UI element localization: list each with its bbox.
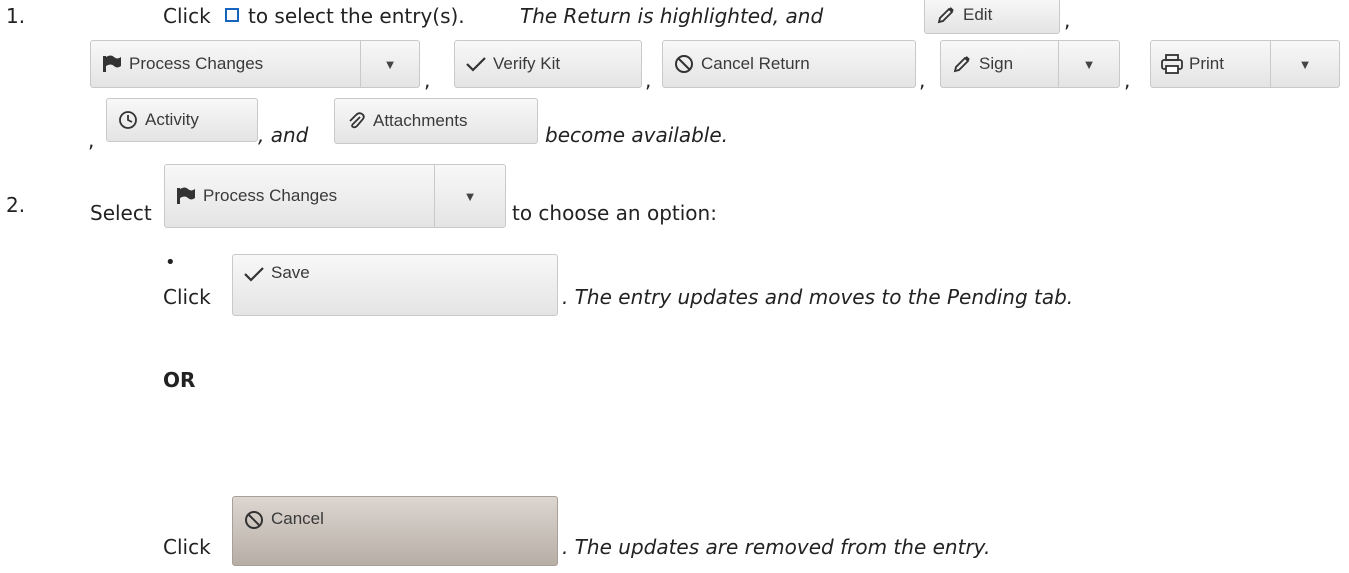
save-result-text: . The entry updates and moves to the Pen… — [562, 285, 1074, 309]
cancel-circle-icon — [243, 509, 265, 531]
cancel-return-button[interactable]: Cancel Return — [662, 40, 916, 88]
sign-dropdown-caret[interactable]: ▼ — [1059, 57, 1119, 72]
process-changes-label: Process Changes — [203, 186, 338, 205]
bullet: • — [165, 252, 176, 273]
pencil-icon — [935, 4, 957, 26]
cancel-label: Cancel — [271, 509, 324, 528]
comma: , — [88, 128, 95, 152]
activity-button[interactable]: Activity — [106, 98, 258, 142]
checkmark-icon — [243, 263, 265, 285]
cancel-click-text: Click — [163, 535, 211, 559]
save-button[interactable]: Save — [232, 254, 558, 316]
verify-kit-button[interactable]: Verify Kit — [454, 40, 642, 88]
comma: , — [1124, 68, 1131, 92]
step-1-click-text: Click — [163, 4, 211, 28]
printer-icon — [1161, 53, 1183, 75]
pencil-icon — [951, 53, 973, 75]
comma: , — [645, 68, 652, 92]
comma: , — [1064, 8, 1071, 32]
paperclip-icon — [345, 110, 367, 132]
save-click-text: Click — [163, 285, 211, 309]
step-2-choose-text: to choose an option: — [512, 201, 717, 225]
cancel-result-text: . The updates are removed from the entry… — [562, 535, 991, 559]
cancel-circle-icon — [673, 53, 695, 75]
and-text: , and — [258, 123, 309, 147]
process-changes-dropdown-caret[interactable]: ▼ — [435, 189, 505, 204]
cancel-button[interactable]: Cancel — [232, 496, 558, 566]
checkbox-icon — [225, 8, 239, 22]
process-changes-dropdown-caret[interactable]: ▼ — [361, 57, 419, 72]
verify-kit-label: Verify Kit — [493, 54, 561, 73]
sign-button[interactable]: Sign ▼ — [940, 40, 1120, 88]
step-2-select-text: Select — [90, 201, 152, 225]
step-1-highlight-text: The Return is highlighted, and — [520, 4, 824, 28]
save-label: Save — [271, 263, 310, 282]
attachments-button[interactable]: Attachments — [334, 98, 538, 144]
step-2-number: 2. — [6, 193, 26, 217]
comma: , — [424, 68, 431, 92]
checkmark-icon — [465, 53, 487, 75]
edit-button[interactable]: Edit — [924, 0, 1060, 34]
print-button[interactable]: Print ▼ — [1150, 40, 1340, 88]
become-available-text: become available. — [545, 123, 729, 147]
print-dropdown-caret[interactable]: ▼ — [1271, 57, 1339, 72]
step-1-number: 1. — [6, 4, 26, 28]
print-label: Print — [1189, 54, 1224, 73]
process-changes-label: Process Changes — [129, 54, 264, 73]
flag-icon — [101, 53, 123, 75]
process-changes-button[interactable]: Process Changes ▼ — [164, 164, 506, 228]
comma: , — [919, 68, 926, 92]
step-1-select-text: to select the entry(s). — [248, 4, 465, 28]
or-text: OR — [163, 368, 196, 392]
attachments-label: Attachments — [373, 111, 468, 130]
clock-icon — [117, 109, 139, 131]
process-changes-button[interactable]: Process Changes ▼ — [90, 40, 420, 88]
edit-button-label: Edit — [963, 5, 993, 24]
flag-icon — [175, 185, 197, 207]
sign-label: Sign — [979, 54, 1014, 73]
activity-label: Activity — [145, 110, 199, 129]
cancel-return-label: Cancel Return — [701, 54, 810, 73]
